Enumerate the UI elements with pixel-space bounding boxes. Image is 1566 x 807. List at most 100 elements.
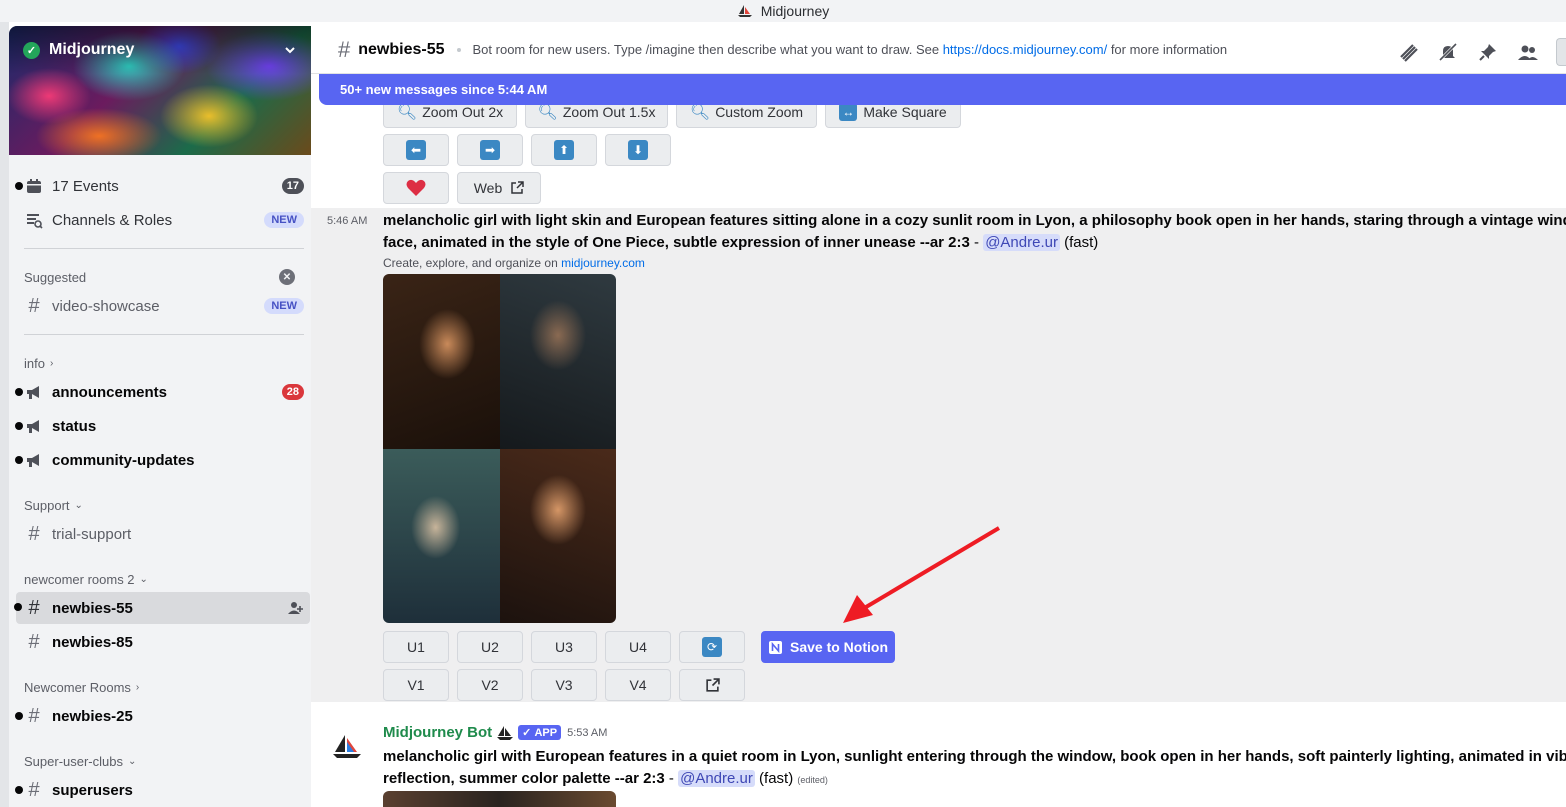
make-square-button[interactable]: ↔ Make Square: [825, 105, 961, 128]
threads-icon[interactable]: [1396, 40, 1420, 64]
category-label: Support: [24, 498, 70, 513]
channel-header: # newbies-55 Bot room for new users. Typ…: [311, 26, 1566, 74]
midjourney-boat-icon: [333, 735, 361, 758]
megaphone-icon: [24, 450, 44, 470]
chevron-down-icon[interactable]: [283, 43, 297, 57]
sidebar-item-superusers[interactable]: # superusers: [15, 775, 304, 805]
sidebar-item-events[interactable]: 17 Events 17: [15, 171, 304, 201]
notification-muted-icon[interactable]: [1436, 40, 1460, 64]
custom-zoom-button[interactable]: 🔍︎ Custom Zoom: [676, 105, 817, 128]
button-label: V3: [555, 677, 573, 693]
unread-indicator: [15, 422, 23, 430]
message-timestamp: 5:46 AM: [327, 215, 368, 227]
sidebar-item-label: announcements: [52, 383, 168, 401]
save-to-notion-button[interactable]: Save to Notion: [761, 631, 895, 663]
chevron-right-icon: ›: [135, 682, 140, 693]
sidebar-item-trial-support[interactable]: # trial-support: [24, 519, 304, 549]
button-label: Zoom Out 1.5x: [562, 105, 656, 120]
member-list-icon[interactable]: [1516, 40, 1540, 64]
message-author: Midjourney Bot ✓ APP 5:53 AM: [383, 724, 607, 741]
category-support[interactable]: Support ⌄: [24, 498, 83, 513]
external-link-icon: [511, 181, 525, 194]
sidebar-item-newbies-55[interactable]: # newbies-55: [14, 592, 310, 624]
midjourney-link[interactable]: midjourney.com: [561, 256, 645, 270]
button-label: U1: [407, 639, 425, 655]
category-label: Super-user-clubs: [24, 754, 123, 769]
sidebar-item-announcements[interactable]: announcements 28: [15, 377, 304, 407]
notion-icon: [768, 640, 782, 654]
image-grid[interactable]: [383, 274, 616, 623]
hashtag-thread-icon: #: [28, 596, 40, 619]
sidebar-item-label: video-showcase: [52, 297, 160, 315]
upscale-u3-button[interactable]: U3: [531, 631, 597, 663]
sidebar-item-newbies-85[interactable]: # newbies-85: [24, 627, 304, 657]
user-mention[interactable]: @Andre.ur: [678, 770, 755, 787]
pan-left-button[interactable]: ⬅: [383, 134, 449, 166]
category-info[interactable]: info ›: [24, 356, 53, 371]
suggested-label: Suggested: [24, 269, 87, 285]
sidebar-item-status[interactable]: status: [15, 411, 304, 441]
upscale-u2-button[interactable]: U2: [457, 631, 523, 663]
window-titlebar: Midjourney: [0, 0, 1566, 22]
suggested-section-header: Suggested ✕: [24, 262, 304, 292]
separator-text: -: [969, 234, 984, 251]
web-link-button[interactable]: Web: [457, 172, 541, 204]
docs-link[interactable]: https://docs.midjourney.com/: [943, 42, 1108, 57]
search-input[interactable]: [1556, 38, 1566, 66]
user-mention[interactable]: @Andre.ur: [983, 234, 1060, 251]
topic-text: Bot room for new users. Type /imagine th…: [472, 42, 943, 57]
close-icon[interactable]: ✕: [279, 269, 295, 285]
variation-v4-button[interactable]: V4: [605, 669, 671, 701]
server-name: Midjourney: [49, 41, 135, 58]
channel-browse-icon: [24, 210, 44, 230]
variation-v3-button[interactable]: V3: [531, 669, 597, 701]
author-name[interactable]: Midjourney Bot: [383, 724, 492, 741]
pan-up-button[interactable]: ⬆: [531, 134, 597, 166]
unread-indicator: [15, 388, 23, 396]
variation-v1-button[interactable]: V1: [383, 669, 449, 701]
hashtag-icon: #: [28, 522, 40, 545]
button-label: Save to Notion: [789, 639, 888, 655]
prompt-text: face, animated in the style of One Piece…: [383, 234, 970, 251]
button-label: Make Square: [863, 105, 947, 120]
upscale-u1-button[interactable]: U1: [383, 631, 449, 663]
avatar[interactable]: [327, 727, 367, 767]
arrow-left-icon: ⬅: [406, 140, 426, 160]
grid-image-3: [383, 448, 500, 623]
message-footer: Create, explore, and organize on midjour…: [383, 256, 645, 270]
prompt-text: reflection, summer color palette --ar 2:…: [383, 770, 665, 787]
magnifier-icon: 🔍︎: [396, 105, 418, 121]
category-newcomer-rooms-2[interactable]: newcomer rooms 2 ⌄: [24, 572, 148, 587]
sidebar-item-label: trial-support: [52, 525, 132, 543]
upscale-u4-button[interactable]: U4: [605, 631, 671, 663]
zoom-out-2x-button[interactable]: 🔍︎ Zoom Out 2x: [383, 105, 517, 128]
megaphone-icon: [24, 416, 44, 436]
pan-right-button[interactable]: ➡: [457, 134, 523, 166]
category-newcomer-rooms[interactable]: Newcomer Rooms ›: [24, 680, 139, 695]
zoom-out-1-5x-button[interactable]: 🔍︎ Zoom Out 1.5x: [525, 105, 668, 128]
header-toolbar: [1396, 38, 1566, 66]
category-super-user-clubs[interactable]: Super-user-clubs ⌄: [24, 754, 136, 769]
server-banner[interactable]: ✓ Midjourney: [9, 26, 311, 155]
sidebar-item-community-updates[interactable]: community-updates: [15, 445, 304, 475]
sidebar-item-video-showcase[interactable]: # video-showcase NEW: [24, 291, 304, 321]
chevron-down-icon: ⌄: [139, 574, 148, 585]
calendar-icon: [24, 176, 44, 196]
sidebar-item-channels-roles[interactable]: Channels & Roles NEW: [24, 205, 304, 235]
favorite-button[interactable]: [383, 172, 449, 204]
unread-indicator: [14, 603, 22, 611]
reroll-button[interactable]: ⟳: [679, 631, 745, 663]
hashtag-thread-icon: #: [28, 778, 40, 801]
sidebar-item-newbies-25[interactable]: # newbies-25: [15, 701, 304, 731]
button-label: U2: [481, 639, 499, 655]
pan-down-button[interactable]: ⬇: [605, 134, 671, 166]
sidebar-item-label: community-updates: [52, 451, 195, 469]
image-preview[interactable]: [383, 791, 616, 807]
variation-v2-button[interactable]: V2: [457, 669, 523, 701]
message-content: melancholic girl with light skin and Eur…: [383, 210, 1566, 232]
server-header[interactable]: ✓ Midjourney: [9, 26, 311, 74]
open-external-button[interactable]: [679, 669, 745, 701]
new-messages-bar[interactable]: 50+ new messages since 5:44 AM: [319, 74, 1566, 105]
pin-icon[interactable]: [1476, 40, 1500, 64]
invite-member-icon[interactable]: [286, 598, 306, 618]
